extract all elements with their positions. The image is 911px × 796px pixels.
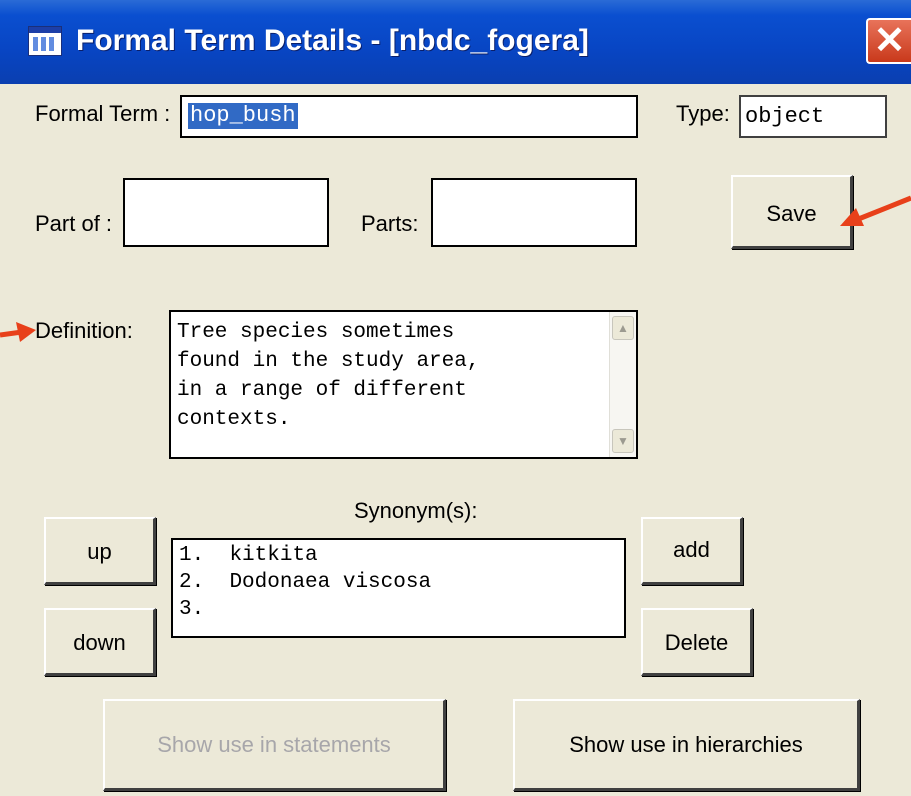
title-bar[interactable]: Formal Term Details - [nbdc_fogera] ✕ bbox=[0, 0, 911, 84]
definition-scrollbar[interactable]: ▲ ▼ bbox=[609, 312, 636, 457]
formal-term-details-window: Formal Term Details - [nbdc_fogera] ✕ Fo… bbox=[0, 0, 911, 796]
definition-label: Definition: bbox=[35, 318, 133, 343]
add-button-label: add bbox=[673, 537, 710, 562]
parts-field[interactable] bbox=[431, 178, 637, 247]
type-field: object bbox=[739, 95, 887, 138]
formal-term-input[interactable]: hop_bush bbox=[180, 95, 638, 138]
formal-term-label: Formal Term : bbox=[35, 101, 171, 126]
add-button[interactable]: add bbox=[641, 517, 743, 585]
up-button-label: up bbox=[87, 539, 112, 564]
show-use-in-hierarchies-button[interactable]: Show use in hierarchies bbox=[513, 699, 860, 791]
up-button[interactable]: up bbox=[44, 517, 156, 585]
formal-term-value: hop_bush bbox=[188, 103, 298, 129]
synonyms-label: Synonym(s): bbox=[354, 498, 478, 523]
save-button-label: Save bbox=[766, 201, 817, 226]
parts-label: Parts: bbox=[361, 211, 419, 236]
app-icon bbox=[28, 26, 62, 56]
part-of-field[interactable] bbox=[123, 178, 329, 247]
definition-arrow-icon bbox=[0, 322, 36, 342]
show-hierarchies-label: Show use in hierarchies bbox=[569, 732, 803, 757]
definition-textarea[interactable]: Tree species sometimes found in the stud… bbox=[169, 310, 638, 459]
definition-text: Tree species sometimes found in the stud… bbox=[177, 321, 480, 431]
save-button[interactable]: Save bbox=[731, 175, 853, 249]
save-arrow-icon bbox=[840, 195, 911, 226]
synonyms-list[interactable]: 1. kitkita 2. Dodonaea viscosa 3. bbox=[171, 538, 626, 638]
part-of-label: Part of : bbox=[35, 211, 113, 236]
synonyms-entries: 1. kitkita 2. Dodonaea viscosa 3. bbox=[179, 542, 431, 623]
show-use-in-statements-button[interactable]: Show use in statements bbox=[103, 699, 446, 791]
window-title: Formal Term Details - [nbdc_fogera] bbox=[76, 24, 589, 57]
down-button-label: down bbox=[73, 630, 126, 655]
delete-button-label: Delete bbox=[664, 630, 729, 655]
scroll-down-icon[interactable]: ▼ bbox=[612, 429, 634, 453]
show-statements-label: Show use in statements bbox=[157, 732, 391, 757]
close-button[interactable]: ✕ bbox=[866, 18, 911, 64]
scroll-up-icon[interactable]: ▲ bbox=[612, 316, 634, 340]
list-item[interactable]: 1. kitkita bbox=[179, 542, 431, 569]
down-button[interactable]: down bbox=[44, 608, 156, 676]
type-value: object bbox=[745, 104, 825, 129]
delete-button[interactable]: Delete bbox=[641, 608, 753, 676]
type-label: Type: bbox=[676, 101, 730, 126]
close-icon: ✕ bbox=[873, 20, 906, 62]
list-item[interactable]: 3. bbox=[179, 596, 431, 623]
list-item[interactable]: 2. Dodonaea viscosa bbox=[179, 569, 431, 596]
